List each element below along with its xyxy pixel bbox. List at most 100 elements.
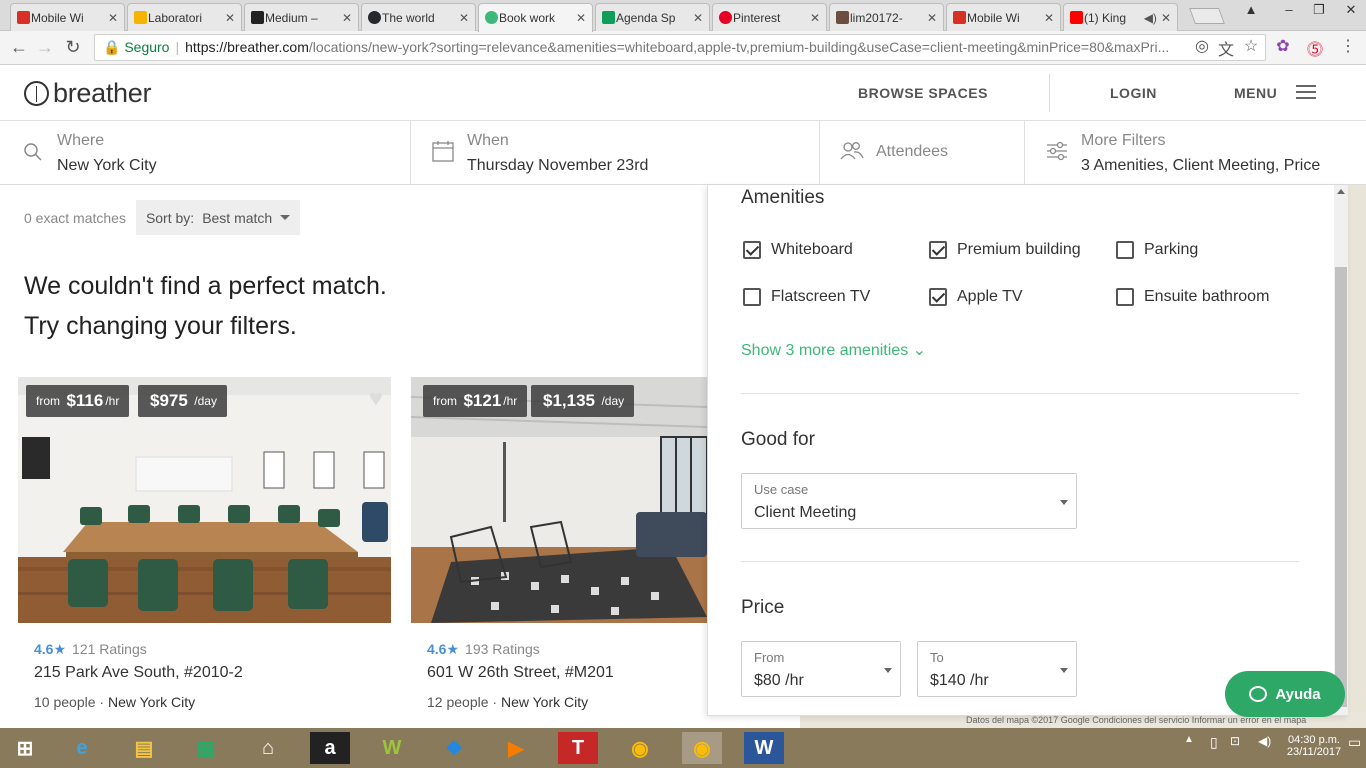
show-more-amenities-link[interactable]: Show 3 more amenities ⌄ xyxy=(741,340,926,360)
heart-icon[interactable]: ♥ xyxy=(369,385,383,413)
huawei-icon xyxy=(17,11,30,24)
forward-icon[interactable]: → xyxy=(34,36,56,58)
browser-tab[interactable]: (1) King ◀) ✕ xyxy=(1063,3,1178,31)
checkbox[interactable] xyxy=(743,288,761,306)
close-icon[interactable]: ✕ xyxy=(576,11,586,25)
translate-icon[interactable]: 文 xyxy=(1216,36,1236,60)
browser-tab[interactable]: Mobile Wi ✕ xyxy=(946,3,1061,31)
restore-icon[interactable]: ❐ xyxy=(1304,0,1334,22)
browser-tab[interactable]: Agenda Sp ✕ xyxy=(595,3,710,31)
file-explorer-icon[interactable]: ▤ xyxy=(124,732,164,764)
close-icon[interactable]: ✕ xyxy=(108,11,118,25)
star-icon: ★ xyxy=(53,641,67,657)
amenity-parking[interactable]: Parking xyxy=(1116,241,1198,259)
w-app-icon[interactable]: W xyxy=(372,732,412,764)
extension-icon[interactable]: ✿ xyxy=(1273,36,1293,56)
scrollbar-thumb[interactable] xyxy=(1335,267,1347,707)
amazon-icon[interactable]: a xyxy=(310,732,350,764)
notifications-icon[interactable]: ▭ xyxy=(1348,734,1361,751)
close-icon[interactable]: ✕ xyxy=(1161,11,1171,25)
checkbox[interactable] xyxy=(1116,241,1134,259)
listing-card[interactable]: from $116/hr $975 /day ♥ 4.6★ 121 Ratings… xyxy=(18,377,391,710)
menu-button[interactable]: MENU xyxy=(1234,85,1277,101)
close-icon[interactable]: ✕ xyxy=(810,11,820,25)
browser-tab[interactable]: lim20172- ✕ xyxy=(829,3,944,31)
amenity-whiteboard[interactable]: Whiteboard xyxy=(743,241,853,259)
where-field[interactable]: Where New York City xyxy=(0,121,411,184)
browser-tab[interactable]: Pinterest ✕ xyxy=(712,3,827,31)
close-icon[interactable]: ✕ xyxy=(1044,11,1054,25)
chrome-icon[interactable]: ◉ xyxy=(620,732,660,764)
minimize-icon[interactable]: ‒ xyxy=(1274,0,1304,22)
login-link[interactable]: LOGIN xyxy=(1110,85,1157,101)
star-icon[interactable]: ☆ xyxy=(1241,36,1261,56)
pinterest-extension-icon[interactable]: ⓹ xyxy=(1305,36,1325,60)
sort-dropdown[interactable]: Sort by: Best match xyxy=(135,200,301,235)
close-window-icon[interactable]: ✕ xyxy=(1336,0,1366,22)
chrome-menu-icon[interactable]: ⋮ xyxy=(1338,36,1358,56)
close-icon[interactable]: ✕ xyxy=(342,11,352,25)
store-icon[interactable]: ▦ xyxy=(186,732,226,764)
tree-icon xyxy=(24,81,49,106)
more-filters-field[interactable]: More Filters 3 Amenities, Client Meeting… xyxy=(1025,121,1366,184)
new-tab-button[interactable] xyxy=(1189,8,1225,24)
t-app-icon[interactable]: T xyxy=(558,732,598,764)
battery-icon[interactable]: ▯ xyxy=(1210,734,1218,751)
user-profile-icon[interactable]: ▲ xyxy=(1236,0,1266,22)
windows-start-icon[interactable]: ⊞ xyxy=(5,732,45,764)
browser-tab[interactable]: Laboratori ✕ xyxy=(127,3,242,31)
chrome-active-icon[interactable]: ◉ xyxy=(682,732,722,764)
listing-meta: 12 people · New York City xyxy=(427,694,589,710)
when-field[interactable]: When Thursday November 23rd xyxy=(411,121,820,184)
browser-tab-active[interactable]: Book work ✕ xyxy=(478,3,593,32)
internet-explorer-icon[interactable]: e xyxy=(62,732,102,764)
reload-icon[interactable]: ↻ xyxy=(62,36,84,58)
checkbox[interactable] xyxy=(743,241,761,259)
listing-address[interactable]: 601 W 26th Street, #M201 xyxy=(411,664,707,682)
clock[interactable]: 04:30 p.m. 23/11/2017 xyxy=(1284,734,1344,758)
tray-expand-icon[interactable]: ▲ xyxy=(1184,734,1194,745)
site-header: breather BROWSE SPACES LOGIN MENU xyxy=(0,66,1366,121)
checkbox[interactable] xyxy=(1116,288,1134,306)
amenity-premium-building[interactable]: Premium building xyxy=(929,241,1081,259)
use-case-select[interactable]: Use case Client Meeting xyxy=(741,473,1077,529)
amenity-apple-tv[interactable]: Apple TV xyxy=(929,288,1023,306)
listing-photo[interactable]: from $121/hr $1,135 /day xyxy=(411,377,707,623)
checkbox[interactable] xyxy=(929,241,947,259)
browse-spaces-link[interactable]: BROWSE SPACES xyxy=(858,85,988,101)
breather-logo[interactable]: breather xyxy=(24,78,151,109)
close-icon[interactable]: ✕ xyxy=(693,11,703,25)
close-icon[interactable]: ✕ xyxy=(927,11,937,25)
browser-tab[interactable]: Mobile Wi ✕ xyxy=(10,3,125,31)
map[interactable] xyxy=(1348,185,1366,725)
listing-address[interactable]: 215 Park Ave South, #2010-2 xyxy=(18,664,391,682)
no-match-message: We couldn't find a perfect match. Try ch… xyxy=(24,272,387,340)
scroll-up-icon[interactable] xyxy=(1337,189,1345,194)
location-icon[interactable]: ◎ xyxy=(1192,36,1212,56)
price-to-select[interactable]: To $140 /hr xyxy=(917,641,1077,697)
network-icon[interactable]: ⊡ xyxy=(1230,734,1240,748)
back-icon[interactable]: ← xyxy=(8,36,30,58)
hamburger-icon[interactable] xyxy=(1296,85,1316,103)
media-player-icon[interactable]: ▶ xyxy=(496,732,536,764)
price-from-select[interactable]: From $80 /hr xyxy=(741,641,901,697)
listing-photo[interactable]: from $116/hr $975 /day ♥ xyxy=(18,377,391,623)
url-input[interactable]: 🔒 Seguro | https://breather.com/locations/… xyxy=(94,34,1266,61)
home-icon[interactable]: ⌂ xyxy=(248,732,288,764)
browser-tab[interactable]: Medium – ✕ xyxy=(244,3,359,31)
volume-icon[interactable]: ◀) xyxy=(1258,734,1271,748)
amenity-flatscreen-tv[interactable]: Flatscreen TV xyxy=(743,288,870,306)
browser-tab[interactable]: The world ✕ xyxy=(361,3,476,31)
listing-card[interactable]: from $121/hr $1,135 /day 4.6★ 193 Ratings… xyxy=(411,377,707,710)
address-bar: ← → ↻ 🔒 Seguro | https://breather.com/loca… xyxy=(0,31,1366,65)
help-chat-button[interactable]: Ayuda xyxy=(1225,671,1345,717)
price-heading: Price xyxy=(741,597,785,618)
word-icon[interactable]: W xyxy=(744,732,784,764)
dropbox-icon[interactable]: ❖ xyxy=(434,732,474,764)
close-icon[interactable]: ✕ xyxy=(459,11,469,25)
checkbox[interactable] xyxy=(929,288,947,306)
attendees-field[interactable]: Attendees xyxy=(820,121,1025,184)
panel-scrollbar[interactable] xyxy=(1334,185,1348,715)
amenity-ensuite-bathroom[interactable]: Ensuite bathroom xyxy=(1116,288,1269,306)
close-icon[interactable]: ✕ xyxy=(225,11,235,25)
